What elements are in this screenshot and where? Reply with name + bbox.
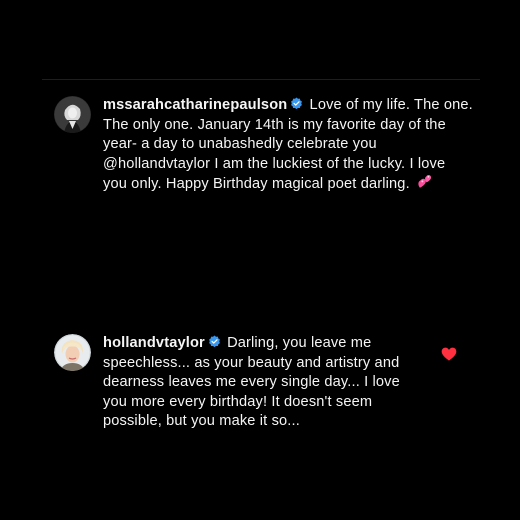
heart-like-icon[interactable] <box>441 347 457 361</box>
top-divider <box>42 79 480 80</box>
two-hearts-emoji-icon <box>416 174 433 197</box>
comment-body: mssarahcatharinepaulson Love of my life.… <box>103 96 473 197</box>
username[interactable]: mssarahcatharinepaulson <box>103 97 287 113</box>
verified-badge-icon <box>290 97 303 110</box>
username[interactable]: hollandvtaylor <box>103 335 205 351</box>
avatar[interactable] <box>54 334 91 371</box>
avatar[interactable] <box>54 96 91 133</box>
verified-badge-icon <box>208 335 221 348</box>
mention-link[interactable]: @hollandvtaylor <box>103 156 210 172</box>
comment-body: hollandvtaylor Darling, you leave me spe… <box>103 334 421 432</box>
